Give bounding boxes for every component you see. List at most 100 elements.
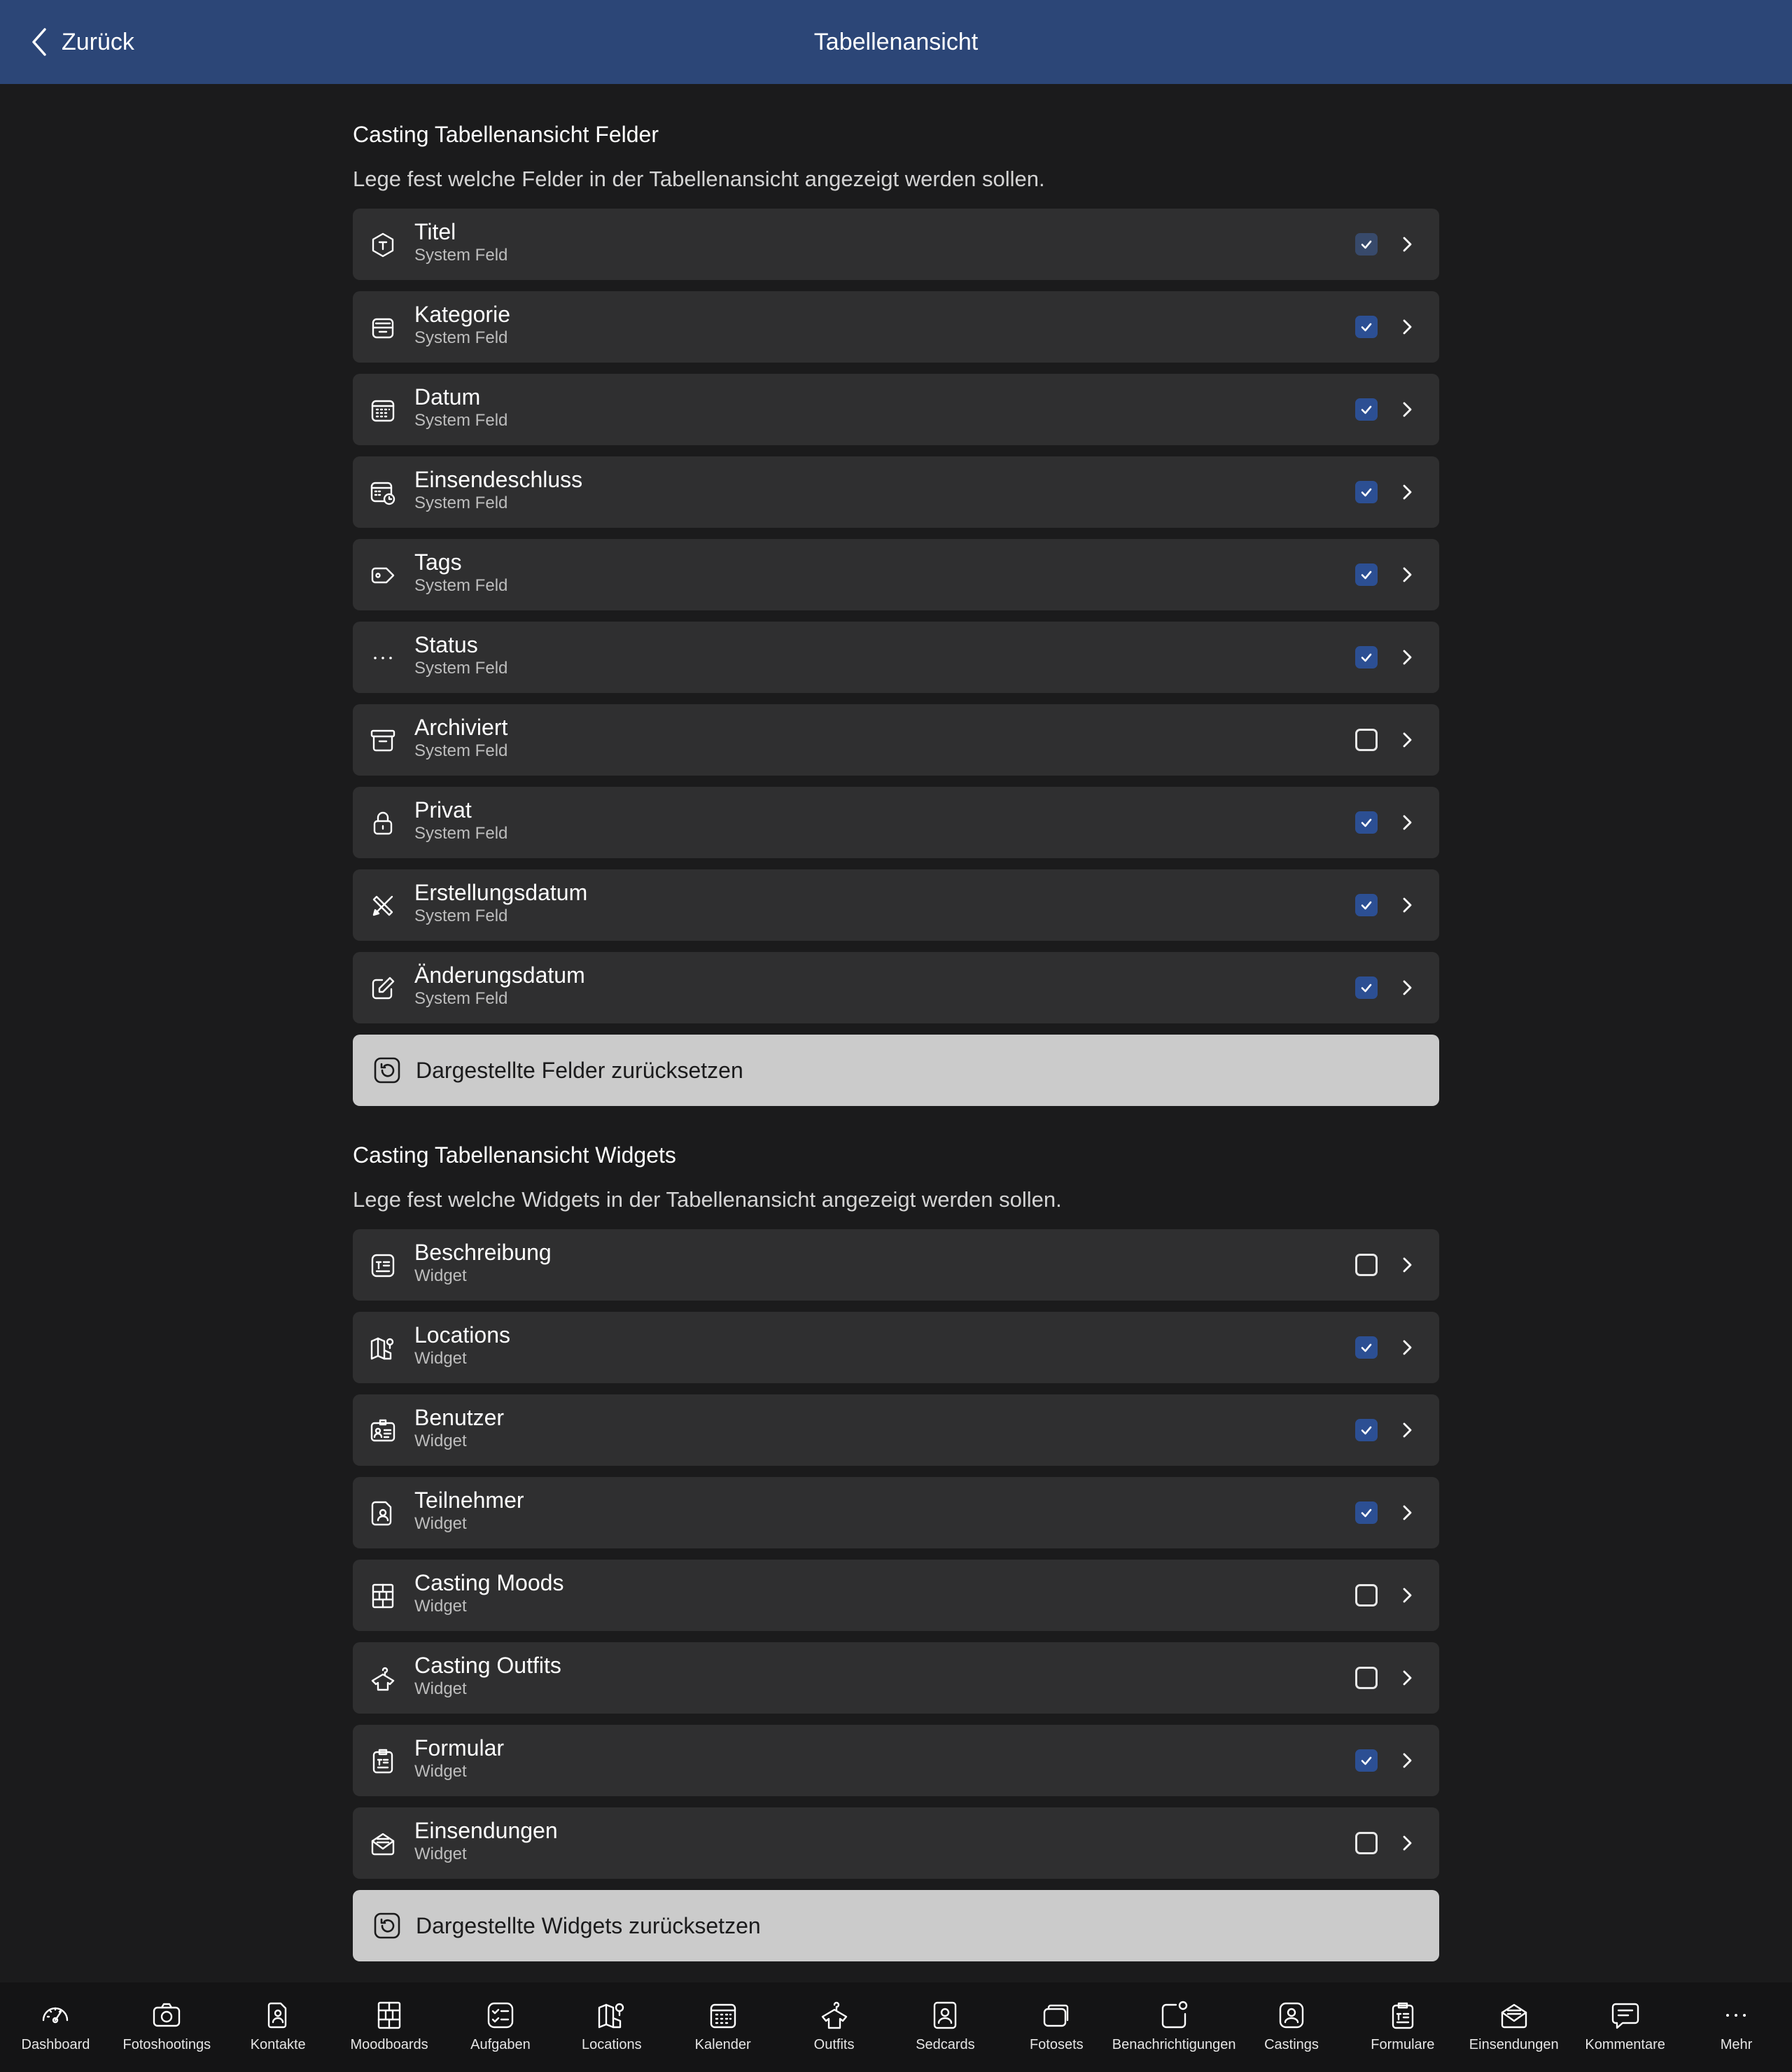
visibility-checkbox[interactable] [1355, 811, 1378, 834]
tab-label: Kalender [694, 2037, 751, 2052]
checkmark-icon [1361, 1343, 1372, 1352]
settings-row-status[interactable]: Status System Feld [353, 622, 1439, 693]
tab-label: Aufgaben [470, 2037, 531, 2052]
row-label: Titel [414, 219, 456, 244]
dots-icon [368, 643, 398, 673]
settings-row-tags[interactable]: Tags System Feld [353, 539, 1439, 610]
row-sublabel: Widget [414, 1762, 467, 1781]
settings-row-privat[interactable]: Privat System Feld [353, 787, 1439, 858]
tab-dashboard[interactable]: Dashboard [0, 1982, 111, 2072]
settings-row-benutzer[interactable]: Benutzer Widget [353, 1394, 1439, 1466]
settings-row-einsendungen[interactable]: Einsendungen Widget [353, 1807, 1439, 1879]
settings-row-formular[interactable]: Formular Widget [353, 1725, 1439, 1796]
row-label: Casting Outfits [414, 1653, 561, 1678]
text-box-icon [368, 1251, 398, 1280]
calendar-clock-icon [368, 478, 398, 507]
visibility-checkbox[interactable] [1355, 398, 1378, 421]
visibility-checkbox[interactable] [1355, 976, 1378, 999]
settings-row-beschreibung[interactable]: Beschreibung Widget [353, 1229, 1439, 1301]
visibility-checkbox[interactable] [1355, 1502, 1378, 1524]
row-label: Status [414, 632, 478, 657]
visibility-checkbox[interactable] [1355, 316, 1378, 338]
tab-kalender[interactable]: Kalender [667, 1982, 778, 2072]
mail-open-icon [368, 1829, 398, 1858]
chevron-right-icon [1403, 815, 1412, 830]
tab-outfits[interactable]: Outfits [778, 1982, 890, 2072]
tab-aufgaben[interactable]: Aufgaben [445, 1982, 556, 2072]
back-button[interactable]: Zurück [27, 21, 134, 63]
tab-einsendungen[interactable]: Einsendungen [1458, 1982, 1569, 2072]
tab-formulare[interactable]: Formulare [1347, 1982, 1458, 2072]
row-label: Datum [414, 384, 481, 410]
chevron-right-icon [1403, 1257, 1412, 1273]
settings-row-archiviert[interactable]: Archiviert System Feld [353, 704, 1439, 776]
visibility-checkbox[interactable] [1355, 1667, 1378, 1689]
row-texts: Benutzer Widget [414, 1404, 504, 1452]
row-texts: Datum System Feld [414, 384, 507, 431]
reset-fields-label: Dargestellte Felder zurücksetzen [416, 1057, 743, 1083]
settings-row-kategorie[interactable]: Kategorie System Feld [353, 291, 1439, 363]
settings-row-teilnehmer[interactable]: Teilnehmer Widget [353, 1477, 1439, 1548]
tab-kommentare[interactable]: Kommentare [1569, 1982, 1681, 2072]
row-texts: Tags System Feld [414, 549, 507, 596]
row-texts: Casting Moods Widget [414, 1569, 564, 1617]
settings-row-locations[interactable]: Locations Widget [353, 1312, 1439, 1383]
top-navigation-bar: Zurück Tabellenansicht [0, 0, 1792, 84]
visibility-checkbox[interactable] [1355, 481, 1378, 503]
tab-locations[interactable]: Locations [556, 1982, 667, 2072]
tab-moodboards[interactable]: Moodboards [334, 1982, 445, 2072]
checkmark-icon [1361, 488, 1372, 497]
contact-icon [267, 2002, 287, 2029]
visibility-checkbox[interactable] [1355, 646, 1378, 668]
tab-fotosets[interactable]: Fotosets [1001, 1982, 1112, 2072]
tab-castings[interactable]: Castings [1236, 1982, 1348, 2072]
edit-square-icon [368, 974, 398, 1003]
chevron-right-icon [1403, 319, 1412, 335]
settings-row-datum[interactable]: Datum System Feld [353, 374, 1439, 445]
reset-icon [374, 1912, 400, 1939]
row-texts: Titel System Feld [414, 218, 507, 266]
visibility-checkbox[interactable] [1355, 1584, 1378, 1606]
row-sublabel: Widget [414, 1266, 467, 1285]
row-label: Tags [414, 550, 462, 575]
chevron-right-icon [1403, 897, 1412, 913]
tab-fotoshootings[interactable]: Fotoshootings [111, 1982, 223, 2072]
row-label: Casting Moods [414, 1570, 564, 1595]
visibility-checkbox[interactable] [1355, 564, 1378, 586]
visibility-checkbox[interactable] [1355, 729, 1378, 751]
visibility-checkbox[interactable] [1355, 1254, 1378, 1276]
row-texts: Privat System Feld [414, 797, 507, 844]
tab-mehr[interactable]: Mehr [1681, 1982, 1792, 2072]
tab-sedcards[interactable]: Sedcards [890, 1982, 1001, 2072]
row-sublabel: System Feld [414, 493, 508, 512]
settings-row-erstellungsdatum[interactable]: Erstellungsdatum System Feld [353, 869, 1439, 941]
visibility-checkbox[interactable] [1355, 1832, 1378, 1854]
settings-row-casting-moods[interactable]: Casting Moods Widget [353, 1560, 1439, 1631]
reset-widgets-button[interactable]: Dargestellte Widgets zurücksetzen [353, 1890, 1439, 1961]
reset-fields-button[interactable]: Dargestellte Felder zurücksetzen [353, 1035, 1439, 1106]
widgets-section-description: Lege fest welche Widgets in der Tabellen… [353, 1187, 1062, 1212]
chevron-right-icon [1403, 980, 1412, 995]
fields-list: Titel System Feld Kategorie System Feld … [353, 209, 1439, 1023]
fields-section-title: Casting Tabellenansicht Felder [353, 122, 659, 147]
settings-row-änderungsdatum[interactable]: Änderungsdatum System Feld [353, 952, 1439, 1023]
settings-row-titel[interactable]: Titel System Feld [353, 209, 1439, 280]
chevron-right-icon [1403, 237, 1412, 252]
settings-row-casting-outfits[interactable]: Casting Outfits Widget [353, 1642, 1439, 1714]
comment-icon [1611, 2003, 1639, 2029]
gauge-icon [43, 2007, 69, 2024]
tab-kontakte[interactable]: Kontakte [223, 1982, 334, 2072]
visibility-checkbox[interactable] [1355, 1419, 1378, 1441]
chevron-right-icon [1403, 650, 1412, 665]
row-texts: Einsendeschluss System Feld [414, 466, 582, 514]
visibility-checkbox[interactable] [1355, 1749, 1378, 1772]
visibility-checkbox[interactable] [1355, 894, 1378, 916]
checkmark-icon [1361, 901, 1372, 910]
visibility-checkbox[interactable] [1355, 233, 1378, 255]
row-label: Kategorie [414, 302, 510, 327]
chevron-right-icon [1403, 1340, 1412, 1355]
visibility-checkbox[interactable] [1355, 1336, 1378, 1359]
notification-icon [1161, 2001, 1188, 2029]
tab-benachrichtigungen[interactable]: Benachrichtigungen [1112, 1982, 1236, 2072]
settings-row-einsendeschluss[interactable]: Einsendeschluss System Feld [353, 456, 1439, 528]
